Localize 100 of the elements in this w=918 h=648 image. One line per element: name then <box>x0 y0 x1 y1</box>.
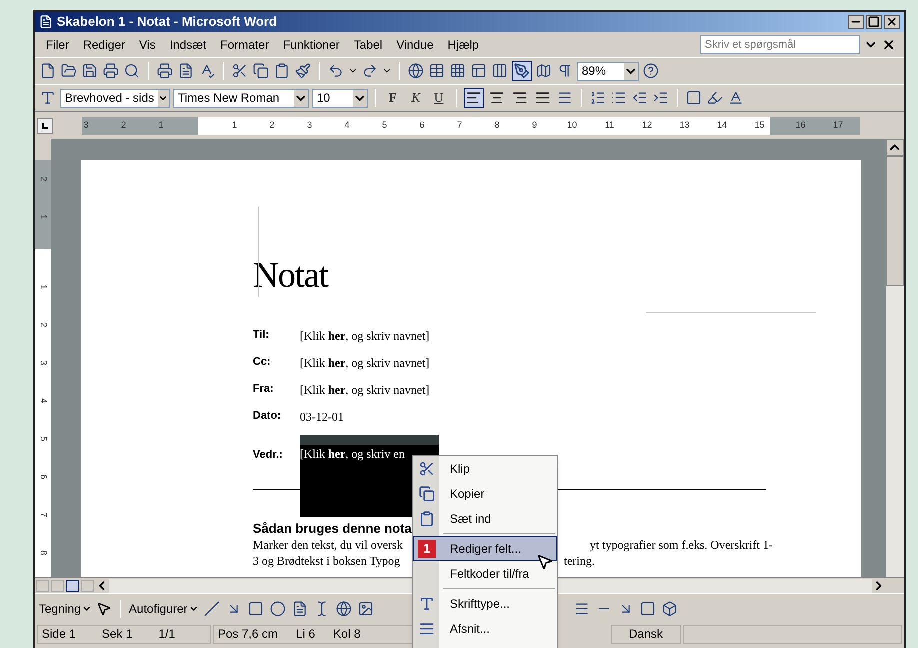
autoshapes-menu-button[interactable]: Autofigurer <box>129 600 188 618</box>
menu-item[interactable]: Vindue <box>390 36 441 54</box>
drawing-menu-button[interactable]: Tegning <box>39 600 82 618</box>
highlighter-icon[interactable] <box>706 89 724 107</box>
scissors-icon[interactable] <box>231 62 249 80</box>
size-dropdown[interactable]: 10 <box>312 88 368 108</box>
status-text: Pos 7,6 cm <box>218 626 278 643</box>
underline-button[interactable]: U <box>429 88 449 108</box>
language-text: Dansk <box>628 626 663 643</box>
border-icon[interactable] <box>685 89 703 107</box>
style-dropdown[interactable]: Brevhoved - sids <box>60 88 170 108</box>
scroll-up-icon[interactable] <box>886 139 904 156</box>
field-value[interactable]: [Klik her, og skriv navnet] <box>300 381 430 408</box>
help-icon[interactable] <box>642 62 660 80</box>
maximize-icon[interactable] <box>866 15 882 29</box>
ruler-number: 4 <box>38 397 50 406</box>
zoom-dropdown[interactable]: 89% <box>577 62 639 80</box>
vertical-scrollbar[interactable] <box>886 139 904 577</box>
font-dropdown[interactable]: Times New Roman <box>173 88 309 108</box>
question-field[interactable]: Skriv et spørgsmål <box>700 35 860 54</box>
map-icon[interactable] <box>535 62 553 80</box>
ruler-number: 6 <box>38 473 50 482</box>
menu-item[interactable]: Vis <box>132 36 163 54</box>
ruler-number: 5 <box>381 118 388 132</box>
ruler-number: 17 <box>832 118 844 132</box>
ruler-number: 2 <box>120 118 128 132</box>
save-icon[interactable] <box>81 62 99 80</box>
body-text: 3 og Brødtekst i boksen Typog <box>253 553 400 569</box>
ruler-number: 16 <box>794 118 807 132</box>
menu-item[interactable]: Tabel <box>346 36 390 54</box>
redo-icon[interactable] <box>361 62 379 80</box>
status-text: Sek 1 <box>102 626 133 643</box>
menu-item[interactable]: Feltkoder til/fra <box>413 561 557 586</box>
ruler-number: 15 <box>754 118 766 132</box>
tab-selector[interactable] <box>37 118 53 134</box>
printer-icon[interactable] <box>102 62 120 80</box>
document-icon <box>39 15 53 29</box>
pointer-icon[interactable] <box>96 600 112 616</box>
mouse-cursor-icon <box>536 552 554 572</box>
field-label: Dato: <box>253 409 282 424</box>
ruler-number: 12 <box>641 118 654 132</box>
minimize-icon[interactable] <box>848 15 864 29</box>
grid-icon[interactable] <box>449 62 467 80</box>
close-icon[interactable] <box>882 38 896 52</box>
paragraph-icon <box>419 620 435 636</box>
field-value[interactable]: [Klik her, og skriv navnet] <box>300 327 430 354</box>
window-title: Skabelon 1 - Notat - Microsoft Word <box>57 13 278 32</box>
dropdown-caret-icon <box>294 90 308 106</box>
menu-item[interactable]: Hjælp <box>440 36 486 54</box>
line-icon[interactable] <box>202 600 221 618</box>
dropdown-caret-icon <box>624 62 638 80</box>
ruler-number: 8 <box>494 118 501 132</box>
body-text: Marker den tekst, du vil oversk <box>253 537 403 553</box>
font-color-icon[interactable] <box>727 89 745 107</box>
section-heading: Sådan bruges denne nota <box>253 521 412 537</box>
search-icon[interactable] <box>123 62 141 80</box>
field-label: Cc: <box>253 355 272 370</box>
copy-icon <box>419 486 435 502</box>
close-icon[interactable] <box>884 15 900 29</box>
3d-icon[interactable] <box>660 600 679 618</box>
menu-item[interactable]: Rediger <box>76 36 132 54</box>
menu-item[interactable]: Afsnit... <box>413 616 557 641</box>
menu-item[interactable]: Skrifttype... <box>413 591 557 616</box>
ruler-number: 2 <box>38 175 50 184</box>
clipboard-icon[interactable] <box>273 62 291 80</box>
body-text: yt typografier som f.eks. Overskrift 1- <box>590 537 773 553</box>
ruler-number: 2 <box>38 321 50 330</box>
drawing-toggle-icon[interactable] <box>512 61 532 81</box>
scissors-icon <box>419 460 435 476</box>
italic-button[interactable]: K <box>406 88 426 108</box>
align-left-icon[interactable] <box>464 88 484 108</box>
scroll-thumb[interactable] <box>886 156 904 286</box>
rectangle-icon[interactable] <box>246 600 265 618</box>
paintbrush-icon[interactable] <box>294 62 312 80</box>
numbered-list-icon[interactable] <box>589 89 607 107</box>
ruler-number: 10 <box>566 118 578 132</box>
folder-icon[interactable] <box>60 62 78 80</box>
copy-icon[interactable] <box>252 62 270 80</box>
undo-icon[interactable] <box>327 62 345 80</box>
bold-button[interactable]: F <box>383 88 403 108</box>
menu-item[interactable]: Formater <box>214 36 276 54</box>
field-label: Til: <box>253 328 270 343</box>
menu-item[interactable]: Funktioner <box>276 36 347 54</box>
globe-icon[interactable] <box>407 62 425 80</box>
field-value[interactable]: 03-12-01 <box>300 408 344 435</box>
menu-item[interactable]: Filer <box>39 36 76 54</box>
new-page-icon[interactable] <box>39 62 57 80</box>
oval-icon[interactable] <box>268 600 287 618</box>
printer-icon[interactable] <box>156 62 174 80</box>
menu-item[interactable]: 1 Rediger felt... <box>413 536 557 561</box>
view-button[interactable] <box>66 580 79 592</box>
columns-icon[interactable] <box>491 62 509 80</box>
ruler-number: 3 <box>306 118 314 132</box>
status-text: Kol 8 <box>333 626 361 643</box>
ruler-number: 5 <box>38 435 50 444</box>
field-value[interactable]: [Klik her, og skriv navnet] <box>300 354 430 381</box>
ruler-number: 1 <box>231 118 238 132</box>
table-icon[interactable] <box>428 62 446 80</box>
menu-item[interactable]: Indsæt <box>162 36 214 54</box>
preview-icon[interactable] <box>177 62 195 80</box>
